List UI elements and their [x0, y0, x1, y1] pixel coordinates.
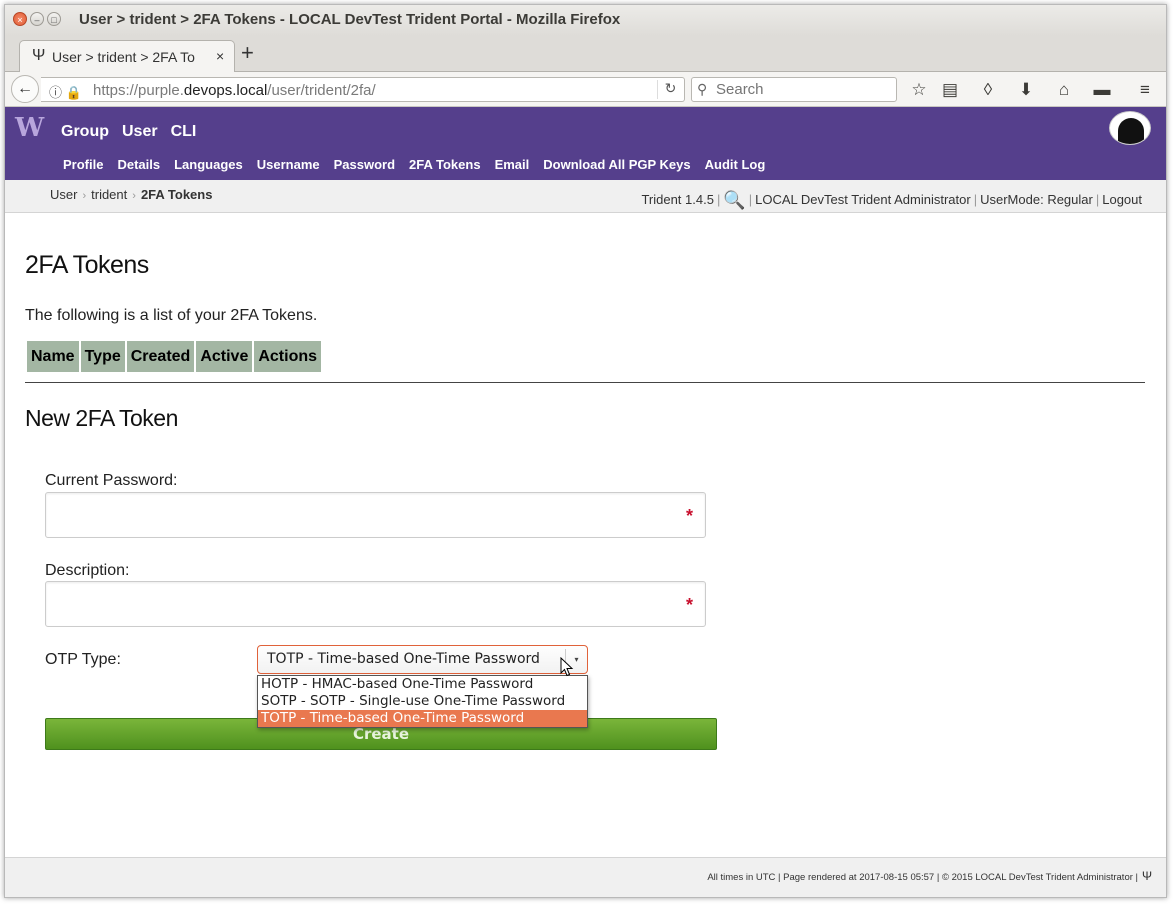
window-close-button[interactable]: × [13, 12, 27, 26]
reload-icon[interactable]: ↻ [657, 80, 683, 99]
usermode-label: UserMode: [980, 192, 1044, 207]
browser-window: × – □ User > trident > 2FA Tokens - LOCA… [4, 4, 1167, 898]
title-bar: × – □ User > trident > 2FA Tokens - LOCA… [5, 5, 1166, 36]
site-logo[interactable]: W [15, 113, 44, 143]
downloads-icon[interactable]: ⬇ [1015, 80, 1037, 100]
logout-link[interactable]: Logout [1102, 192, 1142, 207]
menu-icon[interactable]: ≡ [1134, 80, 1156, 100]
browser-tab[interactable]: Ψ User > trident > 2FA To × [19, 40, 235, 73]
sub-nav: Profile Details Languages Username Passw… [63, 157, 765, 172]
otp-type-selected-value: TOTP - Time-based One-Time Password [267, 651, 540, 667]
pocket-icon[interactable]: ◊ [977, 80, 999, 100]
divider: | [748, 192, 753, 207]
url-domain: devops.local [183, 82, 268, 99]
column-header-created[interactable]: Created [126, 341, 195, 372]
section-divider [25, 382, 1145, 383]
divider: | [1095, 192, 1100, 207]
subnav-username[interactable]: Username [257, 157, 320, 172]
breadcrumb-current: 2FA Tokens [140, 187, 213, 202]
breadcrumb: User › trident › 2FA Tokens [50, 187, 212, 202]
hooded-figure-icon [1118, 118, 1144, 144]
page-footer: All times in UTC | Page rendered at 2017… [5, 857, 1166, 897]
nav-group[interactable]: Group [61, 123, 109, 141]
browser-search-box[interactable]: ⚲ [691, 77, 897, 102]
required-marker: * [685, 595, 693, 615]
otp-option-sotp[interactable]: SOTP - SOTP - Single-use One-Time Passwo… [258, 693, 587, 710]
page-title: 2FA Tokens [25, 251, 149, 279]
breadcrumb-trident[interactable]: trident [91, 187, 127, 202]
url-bar[interactable]: ⓘ 🔒 https://purple.devops.local/user/tri… [41, 77, 685, 102]
window-minimize-button[interactable]: – [30, 12, 44, 26]
admin-name-link[interactable]: LOCAL DevTest Trident Administrator [755, 192, 971, 207]
breadcrumb-bar: User › trident › 2FA Tokens Trident 1.4.5 | 🔍 |… [5, 180, 1166, 213]
site-security-icon[interactable]: ⓘ 🔒 [49, 82, 82, 101]
trident-favicon-icon: Ψ [32, 47, 46, 64]
subnav-password[interactable]: Password [334, 157, 395, 172]
mouse-cursor-icon [560, 657, 574, 677]
current-password-label: Current Password: [45, 472, 178, 489]
subnav-email[interactable]: Email [495, 157, 530, 172]
subnav-download-pgp-keys[interactable]: Download All PGP Keys [543, 157, 690, 172]
trident-logo-icon: Ψ [1141, 869, 1152, 883]
description-label: Description: [45, 562, 130, 579]
breadcrumb-user[interactable]: User [50, 187, 77, 202]
nav-user[interactable]: User [122, 123, 158, 141]
subnav-profile[interactable]: Profile [63, 157, 103, 172]
url-text[interactable]: https://purple.devops.local/user/trident… [93, 82, 376, 99]
table-header-row: Name Type Created Active Actions [27, 341, 322, 372]
tokens-table: Name Type Created Active Actions [25, 339, 324, 374]
description-field[interactable]: * [45, 581, 706, 627]
navigation-bar: ← ⓘ 🔒 https://purple.devops.local/user/t… [5, 72, 1166, 107]
column-header-type[interactable]: Type [80, 341, 125, 372]
new-tab-button[interactable]: + [241, 40, 254, 66]
column-header-name[interactable]: Name [27, 341, 79, 372]
search-icon[interactable]: 🔍 [723, 190, 745, 210]
extension-icon[interactable]: ▬ [1091, 80, 1113, 100]
avatar[interactable] [1109, 111, 1151, 145]
browser-search-input[interactable] [716, 81, 892, 98]
back-button[interactable]: ← [11, 75, 39, 103]
section-title: New 2FA Token [25, 405, 178, 431]
window-maximize-button[interactable]: □ [47, 12, 61, 26]
bookmark-star-icon[interactable]: ☆ [908, 80, 930, 100]
divider: | [716, 192, 721, 207]
usermode-value-link[interactable]: Regular [1047, 192, 1093, 207]
nav-cli[interactable]: CLI [171, 123, 197, 141]
otp-type-label: OTP Type: [45, 651, 121, 668]
column-header-actions[interactable]: Actions [254, 341, 322, 372]
subnav-audit-log[interactable]: Audit Log [705, 157, 766, 172]
tab-close-icon[interactable]: × [216, 48, 224, 64]
reader-list-icon[interactable]: ▤ [939, 80, 961, 100]
url-path: /user/trident/2fa/ [267, 82, 376, 99]
subnav-details[interactable]: Details [117, 157, 160, 172]
column-header-active[interactable]: Active [196, 341, 253, 372]
header-info: Trident 1.4.5 | 🔍 | LOCAL DevTest Trident Ad… [641, 190, 1142, 211]
window-title: User > trident > 2FA Tokens - LOCAL DevT… [79, 11, 621, 28]
tab-strip: Ψ User > trident > 2FA To × + [5, 36, 1166, 73]
otp-type-dropdown-list: HOTP - HMAC-based One-Time Password SOTP… [257, 675, 588, 728]
breadcrumb-separator: › [82, 190, 87, 202]
home-icon[interactable]: ⌂ [1053, 80, 1075, 100]
subnav-languages[interactable]: Languages [174, 157, 243, 172]
otp-type-select[interactable]: TOTP - Time-based One-Time Password ▾ [257, 645, 588, 674]
intro-text: The following is a list of your 2FA Toke… [25, 307, 318, 324]
breadcrumb-separator: › [132, 190, 136, 202]
version-label: Trident 1.4.5 [641, 192, 714, 207]
search-icon: ⚲ [697, 81, 708, 97]
otp-option-hotp[interactable]: HOTP - HMAC-based One-Time Password [258, 676, 587, 693]
url-prefix: https://purple. [93, 82, 184, 99]
required-marker: * [685, 506, 693, 526]
otp-option-totp[interactable]: TOTP - Time-based One-Time Password [258, 710, 587, 727]
tab-label: User > trident > 2FA To [52, 49, 195, 65]
top-nav: Group User CLI [61, 123, 196, 141]
current-password-field[interactable]: * [45, 492, 706, 538]
site-header: W Group User CLI Profile Details Languag… [5, 107, 1166, 180]
subnav-2fa-tokens[interactable]: 2FA Tokens [409, 157, 481, 172]
footer-text: All times in UTC | Page rendered at 2017… [707, 872, 1138, 883]
divider: | [973, 192, 978, 207]
